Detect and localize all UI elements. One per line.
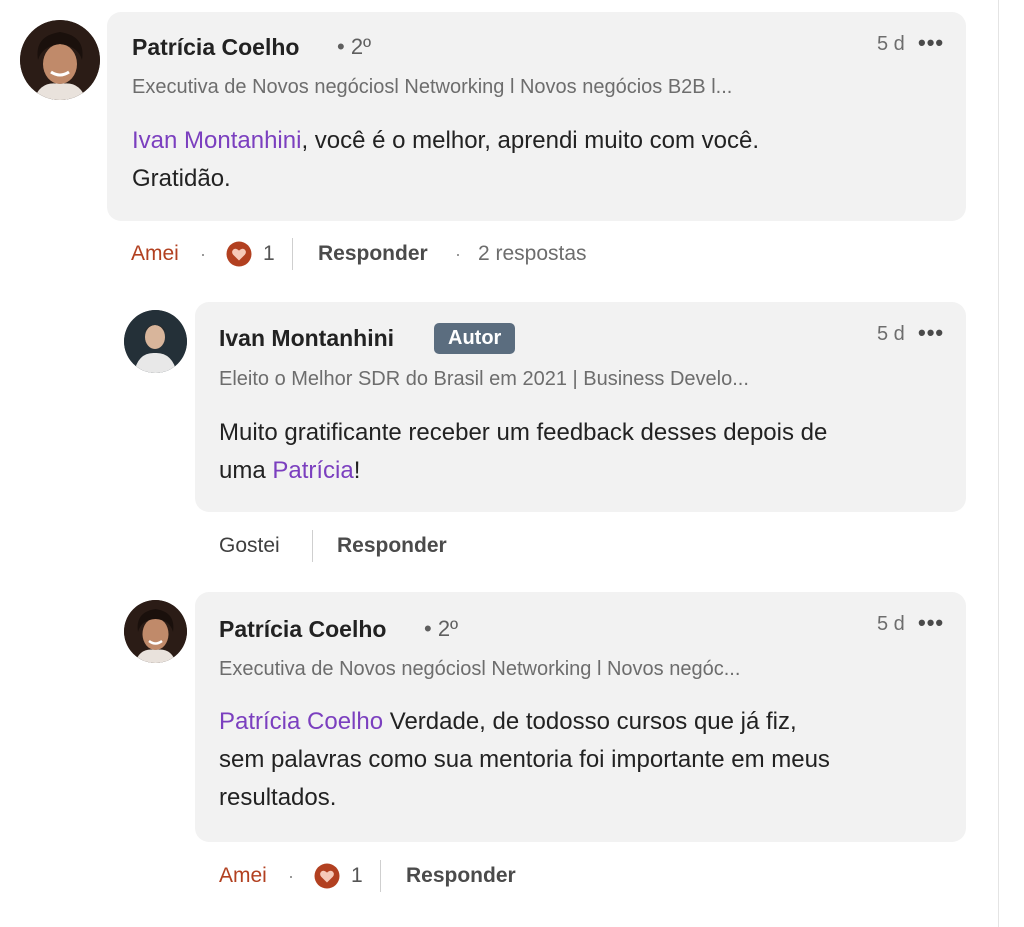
avatar-portrait-icon [124,310,187,373]
comment-timestamp: 5 d [877,323,905,345]
mention-link[interactable]: Patrícia [272,457,353,484]
author-headline: Eleito o Melhor SDR do Brasil em 2021 | … [219,368,749,390]
action-divider [292,238,293,270]
mention-link[interactable]: Patrícia Coelho [219,708,383,735]
comment-text-part: ! [353,457,361,484]
separator-dot: · [288,866,294,886]
comment-text: Muito gratificante receber um feedback d… [219,414,939,490]
connection-degree: • 2º [337,34,372,59]
author-badge: Autor [434,323,516,354]
avatar[interactable] [20,20,100,100]
reply-button[interactable]: Responder [406,864,516,888]
separator-dot: · [455,244,461,264]
reaction-count[interactable]: 1 [263,242,275,266]
comment-text-line: Gratidão. [132,165,231,192]
more-options-icon[interactable]: ••• [918,610,944,636]
replies-count[interactable]: 2 respostas [478,242,587,266]
comment-text: Patrícia Coelho Verdade, de todosso curs… [219,703,949,817]
heart-reaction-icon[interactable] [314,863,340,889]
comment-timestamp: 5 d [877,613,905,635]
mention-link[interactable]: Ivan Montanhini [132,127,301,154]
more-options-icon[interactable]: ••• [918,30,944,56]
reply-button[interactable]: Responder [337,534,447,558]
author-headline: Executiva de Novos negóciosl Networking … [219,658,741,680]
reply-button[interactable]: Responder [318,242,428,266]
comment-author-name[interactable]: Patrícia Coelho [132,34,299,61]
avatar-portrait-icon [124,600,187,663]
comment-text-part: Verdade, de todosso cursos que já fiz, [383,708,797,735]
reaction-button[interactable]: Amei [131,242,179,266]
heart-reaction-icon[interactable] [226,241,252,267]
connection-degree: • 2º [424,616,459,641]
comment-text-line: Muito gratificante receber um feedback d… [219,419,828,446]
comment-text: Ivan Montanhini, você é o melhor, aprend… [132,122,932,198]
comment-text-part: uma [219,457,273,484]
author-headline: Executiva de Novos negóciosl Networking … [132,76,733,98]
comment-text-line: sem palavras como sua mentoria foi impor… [219,746,830,773]
right-divider [998,0,999,927]
avatar[interactable] [124,310,187,373]
action-divider [312,530,313,562]
more-options-icon[interactable]: ••• [918,320,944,346]
avatar[interactable] [124,600,187,663]
avatar-portrait-icon [20,20,100,100]
comment-author-name[interactable]: Ivan Montanhini [219,325,394,352]
action-divider [380,860,381,892]
separator-dot: · [200,244,206,264]
comment-text-line: resultados. [219,784,337,811]
reaction-button[interactable]: Amei [219,864,267,888]
like-button[interactable]: Gostei [219,534,280,558]
reaction-count[interactable]: 1 [351,864,363,888]
comment-timestamp: 5 d [877,33,905,55]
comment-author-name[interactable]: Patrícia Coelho [219,616,386,643]
comment-text-part: , você é o melhor, aprendi muito com voc… [301,127,760,154]
